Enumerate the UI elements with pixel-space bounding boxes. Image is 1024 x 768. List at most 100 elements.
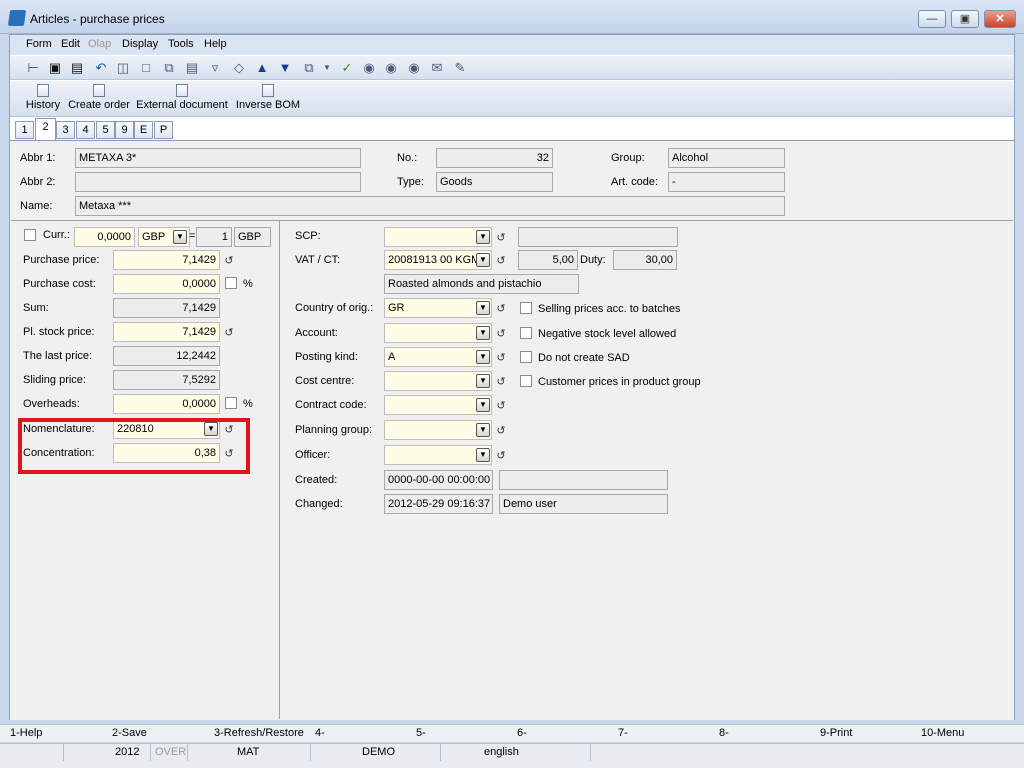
- maximize-button[interactable]: ▣: [951, 10, 979, 28]
- tab-5[interactable]: 5: [96, 121, 115, 139]
- chevron-down-icon[interactable]: ▼: [476, 301, 490, 315]
- overheads-field[interactable]: 0,0000: [113, 394, 220, 414]
- tab-4[interactable]: 4: [76, 121, 95, 139]
- open-folder-icon[interactable]: ◫: [116, 61, 130, 75]
- save-icon[interactable]: ▣: [48, 61, 62, 75]
- created-field[interactable]: 0000-00-00 00:00:00: [384, 470, 493, 490]
- history-icon[interactable]: ↺: [495, 375, 507, 388]
- chevron-down-icon[interactable]: ▼: [476, 326, 490, 340]
- find-next-icon[interactable]: ◉: [384, 61, 398, 75]
- create-order-button[interactable]: Create order: [67, 84, 131, 111]
- inverse-bom-button[interactable]: Inverse BOM: [235, 84, 301, 111]
- menu-olap[interactable]: Olap: [88, 38, 111, 50]
- history-button[interactable]: History: [24, 84, 62, 111]
- menu-tools[interactable]: Tools: [168, 38, 194, 50]
- artcode-field[interactable]: -: [668, 172, 785, 192]
- created-by-field[interactable]: [499, 470, 668, 490]
- no-sad-checkbox[interactable]: [520, 351, 532, 363]
- filter-document-icon[interactable]: ◇: [232, 61, 246, 75]
- chevron-down-icon[interactable]: ▼: [476, 350, 490, 364]
- changed-by-field[interactable]: Demo user: [499, 494, 668, 514]
- arrow-down-icon[interactable]: ▼: [278, 61, 292, 75]
- curr-value-field[interactable]: 0,0000: [74, 227, 135, 247]
- external-document-button[interactable]: External document: [136, 84, 228, 111]
- sum-field[interactable]: 7,1429: [113, 298, 220, 318]
- chevron-down-icon[interactable]: ▼: [476, 230, 490, 244]
- fkey-10[interactable]: 10-Menu: [921, 727, 964, 739]
- new-document-icon[interactable]: □: [139, 61, 153, 75]
- tab-2[interactable]: 2: [35, 118, 56, 140]
- curr-checkbox[interactable]: [24, 229, 36, 241]
- history-icon[interactable]: ↺: [495, 424, 507, 437]
- copy-icon[interactable]: ⧉: [162, 61, 176, 75]
- filter-icon[interactable]: ▿: [208, 61, 222, 75]
- tree-icon[interactable]: ⊢: [26, 61, 40, 75]
- history-icon[interactable]: ↺: [223, 254, 235, 267]
- save-close-icon[interactable]: ▤: [70, 61, 84, 75]
- history-icon[interactable]: ↺: [223, 326, 235, 339]
- history-icon[interactable]: ↺: [495, 254, 507, 267]
- fkey-8[interactable]: 8-: [719, 727, 729, 739]
- binoculars-icon[interactable]: ◉: [362, 61, 376, 75]
- scp-description-field[interactable]: [518, 227, 678, 247]
- menu-help[interactable]: Help: [204, 38, 227, 50]
- purchase-cost-percent-checkbox[interactable]: [225, 277, 237, 289]
- customer-prices-checkbox[interactable]: [520, 375, 532, 387]
- type-field[interactable]: Goods: [436, 172, 553, 192]
- tab-3[interactable]: 3: [56, 121, 75, 139]
- check-filter-icon[interactable]: ✓: [340, 61, 354, 75]
- chevron-down-icon[interactable]: ▼: [476, 423, 490, 437]
- history-icon[interactable]: ↺: [495, 302, 507, 315]
- fkey-6[interactable]: 6-: [517, 727, 527, 739]
- abbr1-field[interactable]: METAXA 3*: [75, 148, 361, 168]
- tab-e[interactable]: E: [134, 121, 153, 139]
- chevron-down-icon[interactable]: ▼: [476, 398, 490, 412]
- vat-rate-field[interactable]: 5,00: [518, 250, 578, 270]
- overheads-percent-checkbox[interactable]: [225, 397, 237, 409]
- history-icon[interactable]: ↺: [495, 399, 507, 412]
- fkey-7[interactable]: 7-: [618, 727, 628, 739]
- tab-p[interactable]: P: [154, 121, 173, 139]
- book-icon[interactable]: ▤: [185, 61, 199, 75]
- last-price-field[interactable]: 12,2442: [113, 346, 220, 366]
- find-all-icon[interactable]: ◉: [407, 61, 421, 75]
- mail-icon[interactable]: ✉: [430, 61, 444, 75]
- chevron-down-icon[interactable]: ▼: [476, 374, 490, 388]
- tab-1[interactable]: 1: [15, 121, 34, 139]
- menu-form[interactable]: Form: [26, 38, 52, 50]
- history-icon[interactable]: ↺: [495, 449, 507, 462]
- menu-display[interactable]: Display: [122, 38, 158, 50]
- name-field[interactable]: Metaxa ***: [75, 196, 785, 216]
- tab-9[interactable]: 9: [115, 121, 134, 139]
- changed-field[interactable]: 2012-05-29 09:16:37: [384, 494, 493, 514]
- fkey-5[interactable]: 5-: [416, 727, 426, 739]
- abbr2-field[interactable]: [75, 172, 361, 192]
- group-field[interactable]: Alcohol: [668, 148, 785, 168]
- fkey-9[interactable]: 9-Print: [820, 727, 852, 739]
- minimize-button[interactable]: —: [918, 10, 946, 28]
- chevron-down-icon[interactable]: ▼: [173, 230, 187, 244]
- edit-note-icon[interactable]: ✎: [453, 61, 467, 75]
- negative-stock-checkbox[interactable]: [520, 327, 532, 339]
- export-icon[interactable]: ⧉: [302, 61, 316, 75]
- duty-field[interactable]: 30,00: [613, 250, 677, 270]
- fkey-2[interactable]: 2-Save: [112, 727, 147, 739]
- history-icon[interactable]: ↺: [495, 351, 507, 364]
- fkey-1[interactable]: 1-Help: [10, 727, 42, 739]
- fkey-3[interactable]: 3-Refresh/Restore: [214, 727, 304, 739]
- rate-field[interactable]: 1: [196, 227, 232, 247]
- selling-prices-checkbox[interactable]: [520, 302, 532, 314]
- pl-stock-price-field[interactable]: 7,1429: [113, 322, 220, 342]
- undo-icon[interactable]: ↶: [94, 61, 108, 75]
- fkey-4[interactable]: 4-: [315, 727, 325, 739]
- close-button[interactable]: ✕: [984, 10, 1016, 28]
- rate-code-field[interactable]: GBP: [234, 227, 271, 247]
- history-icon[interactable]: ↺: [495, 327, 507, 340]
- chevron-down-icon[interactable]: ▼: [476, 253, 490, 267]
- menu-edit[interactable]: Edit: [61, 38, 80, 50]
- no-field[interactable]: 32: [436, 148, 553, 168]
- chevron-down-icon[interactable]: ▼: [476, 448, 490, 462]
- purchase-price-field[interactable]: 7,1429: [113, 250, 220, 270]
- sliding-price-field[interactable]: 7,5292: [113, 370, 220, 390]
- export-dropdown-icon[interactable]: ▼: [320, 61, 334, 75]
